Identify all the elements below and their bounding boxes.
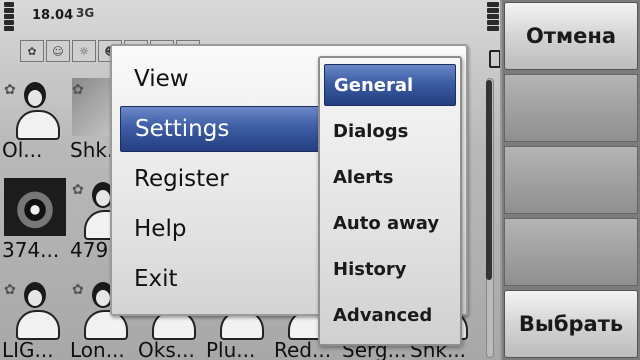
avatar: ✿ [2, 76, 64, 140]
contact-icon[interactable]: ☺ [46, 40, 70, 62]
submenu-item-general[interactable]: General [324, 64, 456, 106]
cancel-button[interactable]: Отмена [504, 2, 638, 70]
contact-name: Lon... [70, 338, 125, 360]
menu-item-view[interactable]: View [120, 56, 320, 102]
avatar: ✿ [2, 276, 64, 340]
flowers-icon[interactable]: ✿ [20, 40, 44, 62]
status-bar: 18.04 3G [0, 0, 500, 68]
scrollbar[interactable] [483, 78, 495, 358]
settings-submenu: General Dialogs Alerts Auto away History Adva… [318, 56, 462, 346]
contact-name: Plu... [206, 338, 256, 360]
battery-icon [489, 50, 500, 68]
contact-name: Ol... [2, 138, 43, 162]
signal-strength-icon [4, 2, 14, 42]
submenu-item-alerts[interactable]: Alerts [324, 156, 456, 198]
softkey-panel: Отмена Выбрать [502, 0, 640, 360]
select-button[interactable]: Выбрать [504, 290, 638, 358]
contact-name: 374... [2, 238, 60, 262]
menu-item-help[interactable]: Help [120, 206, 320, 252]
menu-item-register[interactable]: Register [120, 156, 320, 202]
submenu-item-dialogs[interactable]: Dialogs [324, 110, 456, 152]
empty-softkey [504, 146, 638, 214]
empty-softkey [504, 218, 638, 286]
empty-softkey [504, 74, 638, 142]
contact-name: Oks... [138, 338, 195, 360]
contact-item[interactable]: ✿ Ol... [0, 74, 66, 164]
clock: 18.04 [32, 8, 74, 23]
submenu-item-advanced[interactable]: Advanced [324, 294, 456, 336]
contact-name: LIG... [2, 338, 54, 360]
lightbulb-icon[interactable]: ☼ [72, 40, 96, 62]
scrollbar-thumb[interactable] [486, 80, 492, 280]
submenu-item-history[interactable]: History [324, 248, 456, 290]
avatar [2, 176, 66, 238]
contact-item[interactable]: ✿ LIG... [0, 274, 66, 360]
battery-level-icon [487, 2, 499, 42]
menu-item-settings[interactable]: Settings [120, 106, 330, 152]
contact-item[interactable]: 374... [0, 174, 66, 264]
submenu-item-auto-away[interactable]: Auto away [324, 202, 456, 244]
menu-item-exit[interactable]: Exit [120, 256, 320, 302]
network-indicator: 3G [76, 6, 95, 20]
